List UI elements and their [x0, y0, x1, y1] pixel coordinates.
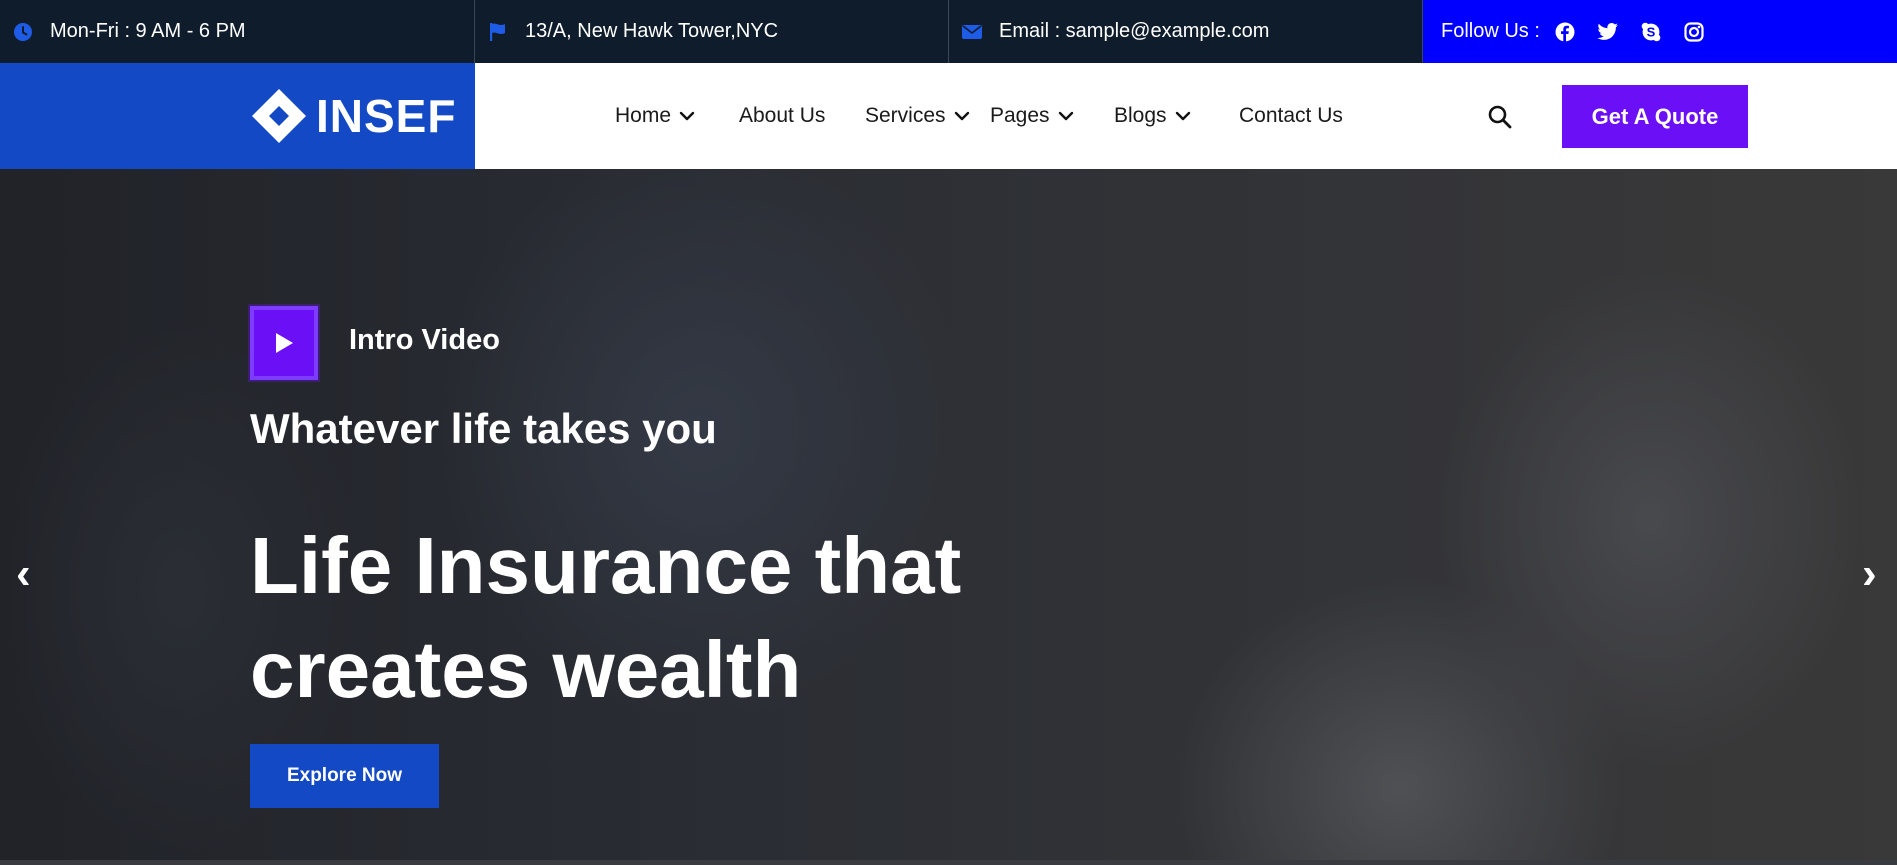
- clock-icon: [12, 21, 34, 43]
- facebook-icon[interactable]: [1554, 21, 1576, 43]
- chevron-down-icon: [1175, 111, 1190, 121]
- search-icon[interactable]: [1487, 104, 1513, 130]
- nav-item-label: Contact Us: [1239, 104, 1343, 127]
- nav-item-label: Services: [865, 104, 946, 127]
- nav-item-services[interactable]: Services: [865, 63, 970, 169]
- nav-item-home[interactable]: Home: [615, 63, 695, 169]
- hero-slider: ‹ › Intro Video Whatever life takes you …: [0, 169, 1897, 860]
- contact-email[interactable]: Email : sample@example.com: [949, 0, 1423, 63]
- nav-item-label: Pages: [990, 104, 1050, 127]
- nav-item-label: Home: [615, 104, 672, 127]
- diamond-logo-icon: [252, 89, 306, 143]
- office-address: 13/A, New Hawk Tower,NYC: [475, 0, 949, 63]
- slider-prev-arrow[interactable]: ‹: [16, 549, 31, 599]
- hero-tagline: Whatever life takes you: [250, 405, 717, 452]
- contact-email-text[interactable]: Email : sample@example.com: [999, 20, 1269, 43]
- brand-logo[interactable]: INSEF: [0, 63, 475, 169]
- flag-icon: [487, 21, 509, 43]
- top-info-bar: Mon-Fri : 9 AM - 6 PM 13/A, New Hawk Tow…: [0, 0, 1897, 63]
- site-header: INSEF Home About Us Services Pages Blogs…: [0, 63, 1897, 169]
- nav-item-about-us[interactable]: About Us: [739, 63, 825, 169]
- play-video-button[interactable]: [250, 306, 318, 380]
- chevron-down-icon: [954, 111, 969, 121]
- explore-now-button[interactable]: Explore Now: [250, 744, 439, 808]
- hero-headline: Life Insurance that creates wealth: [250, 521, 962, 714]
- nav-item-pages[interactable]: Pages: [990, 63, 1074, 169]
- nav-item-label: Blogs: [1114, 104, 1167, 127]
- follow-us-label: Follow Us :: [1441, 20, 1540, 42]
- chevron-down-icon: [1058, 111, 1073, 121]
- skype-icon[interactable]: S: [1640, 21, 1662, 43]
- slider-next-arrow[interactable]: ›: [1862, 549, 1877, 599]
- twitter-icon[interactable]: [1597, 21, 1619, 43]
- nav-item-label: About Us: [739, 104, 826, 127]
- play-icon: [276, 333, 293, 353]
- business-hours-text: Mon-Fri : 9 AM - 6 PM: [50, 20, 246, 42]
- chevron-down-icon: [679, 111, 695, 121]
- nav-item-contact-us[interactable]: Contact Us: [1239, 63, 1343, 169]
- envelope-icon: [961, 21, 983, 43]
- main-navigation: Home About Us Services Pages Blogs Conta…: [475, 63, 1897, 169]
- office-address-text: 13/A, New Hawk Tower,NYC: [525, 20, 779, 42]
- intro-video-label[interactable]: Intro Video: [349, 324, 500, 357]
- follow-us: Follow Us : S: [1423, 0, 1897, 63]
- nav-item-blogs[interactable]: Blogs: [1114, 63, 1191, 169]
- logo-text: INSEF: [316, 90, 457, 142]
- hero-bottom-strip: [0, 860, 1897, 865]
- business-hours: Mon-Fri : 9 AM - 6 PM: [0, 0, 475, 63]
- svg-text:S: S: [1647, 24, 1656, 39]
- get-a-quote-button[interactable]: Get A Quote: [1562, 85, 1748, 148]
- instagram-icon[interactable]: [1683, 21, 1705, 43]
